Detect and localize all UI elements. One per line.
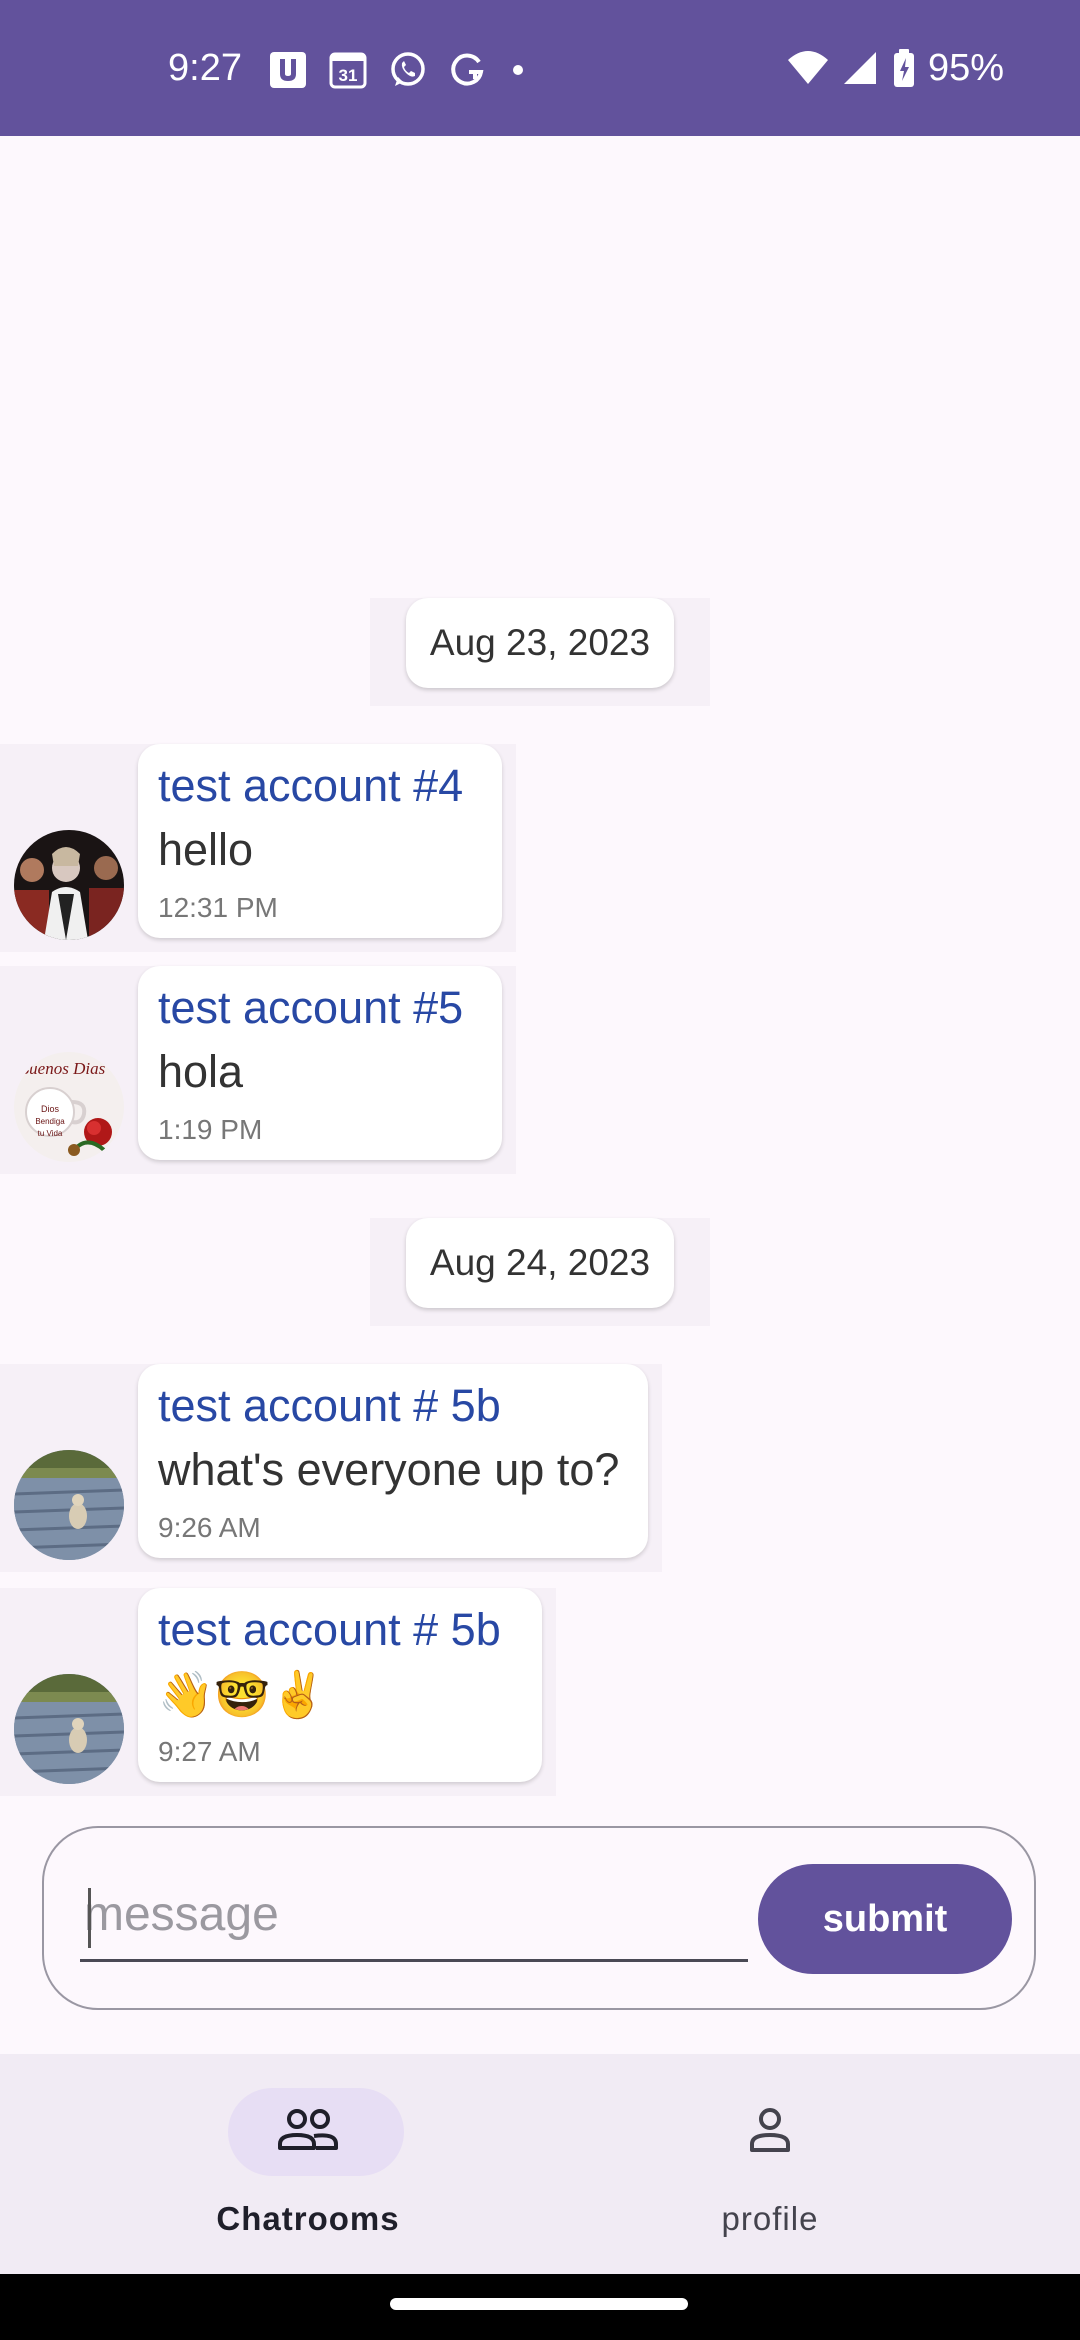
avatar-dog-on-deck-icon bbox=[14, 1674, 124, 1784]
system-icons: 95% bbox=[786, 44, 1004, 92]
battery-charging-icon bbox=[893, 49, 914, 87]
people-icon bbox=[278, 2109, 338, 2150]
message-time: 12:31 PM bbox=[158, 892, 278, 923]
sender-name: test account # 5b bbox=[158, 1604, 501, 1655]
whatsapp-icon bbox=[391, 52, 425, 86]
submit-button[interactable]: submit bbox=[758, 1864, 1012, 1974]
cell-signal-icon bbox=[843, 52, 876, 84]
person-icon bbox=[750, 2108, 790, 2152]
avatar[interactable]: Buenos Dias Dios Bendiga tu Vida bbox=[14, 1052, 124, 1162]
sender-name: test account #5 bbox=[158, 982, 464, 1033]
message-time: 1:19 PM bbox=[158, 1114, 263, 1145]
calendar-day: 31 bbox=[339, 66, 358, 85]
message-row: test account # 5b 👋🤓✌️ 9:27 AM bbox=[0, 1588, 556, 1796]
date-separator: Aug 24, 2023 bbox=[370, 1218, 710, 1326]
wifi-icon bbox=[787, 51, 828, 84]
status-bar: 9:27 31 95% bbox=[0, 0, 1080, 136]
message-row: test account #4 hello 12:31 PM bbox=[0, 744, 516, 952]
u-app-icon bbox=[270, 52, 306, 88]
status-time: 9:27 bbox=[168, 47, 242, 89]
message-bubble[interactable]: test account #5 hola 1:19 PM bbox=[138, 966, 502, 1160]
svg-text:Bendiga: Bendiga bbox=[35, 1117, 65, 1126]
text-cursor bbox=[88, 1888, 91, 1948]
avatar[interactable] bbox=[14, 1450, 124, 1560]
grammarly-icon bbox=[451, 53, 484, 86]
message-text: hello bbox=[158, 824, 254, 875]
dot-icon bbox=[513, 65, 523, 75]
message-input[interactable] bbox=[80, 1876, 748, 1962]
message-bubble[interactable]: test account # 5b 👋🤓✌️ 9:27 AM bbox=[138, 1588, 542, 1782]
nav-item-chatrooms[interactable]: Chatrooms bbox=[158, 2054, 458, 2274]
date-chip: Aug 24, 2023 bbox=[406, 1218, 674, 1308]
battery-percent: 95% bbox=[927, 47, 1004, 89]
nav-label-profile: profile bbox=[721, 2200, 819, 2237]
message-bubble[interactable]: test account # 5b what's everyone up to?… bbox=[138, 1364, 648, 1558]
message-row: Buenos Dias Dios Bendiga tu Vida test ac… bbox=[0, 966, 516, 1174]
avatar-photo-people-icon bbox=[14, 830, 124, 940]
sender-name: test account #4 bbox=[158, 760, 464, 811]
svg-text:Dios: Dios bbox=[41, 1104, 60, 1114]
avatar-dog-on-deck-icon bbox=[14, 1450, 124, 1560]
nav-item-profile[interactable]: profile bbox=[620, 2054, 920, 2274]
gesture-navigation-bar bbox=[0, 2274, 1080, 2340]
home-handle[interactable] bbox=[390, 2298, 688, 2310]
avatar-card-title: Buenos Dias bbox=[19, 1059, 106, 1078]
avatar[interactable] bbox=[14, 1674, 124, 1784]
message-time: 9:26 AM bbox=[158, 1512, 261, 1543]
avatar[interactable] bbox=[14, 830, 124, 940]
calendar-icon: 31 bbox=[329, 52, 367, 89]
date-chip: Aug 23, 2023 bbox=[406, 598, 674, 688]
date-separator: Aug 23, 2023 bbox=[370, 598, 710, 706]
message-composer: submit bbox=[42, 1826, 1036, 2010]
chat-message-list[interactable]: Aug 23, 2023 test account #4 hello 12:31… bbox=[0, 136, 1080, 1800]
sender-name: test account # 5b bbox=[158, 1380, 501, 1431]
message-bubble[interactable]: test account #4 hello 12:31 PM bbox=[138, 744, 502, 938]
message-time: 9:27 AM bbox=[158, 1736, 261, 1767]
avatar-buenos-dias-card-icon: Buenos Dias Dios Bendiga tu Vida bbox=[14, 1052, 124, 1162]
message-row: test account # 5b what's everyone up to?… bbox=[0, 1364, 662, 1572]
message-text: what's everyone up to? bbox=[158, 1444, 620, 1495]
message-text: hola bbox=[158, 1046, 244, 1097]
notification-icons: 31 bbox=[268, 50, 528, 90]
svg-text:tu Vida: tu Vida bbox=[38, 1129, 63, 1138]
bottom-navigation: Chatrooms profile bbox=[0, 2054, 1080, 2274]
nav-label-chatrooms: Chatrooms bbox=[216, 2200, 400, 2237]
message-text: 👋🤓✌️ bbox=[158, 1669, 327, 1720]
